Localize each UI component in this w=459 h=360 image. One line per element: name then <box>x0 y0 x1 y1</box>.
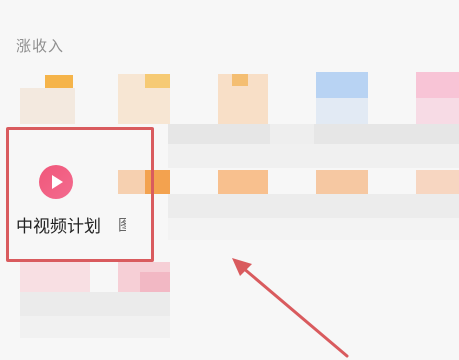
obscured-tile <box>168 218 459 240</box>
obscured-tile <box>168 194 459 218</box>
obscured-tile <box>416 98 459 124</box>
highlight-box <box>6 127 154 262</box>
obscured-tile <box>218 170 268 194</box>
obscured-tile <box>316 72 368 98</box>
obscured-tile <box>20 262 90 292</box>
obscured-tile <box>20 88 75 124</box>
obscured-tile <box>316 170 368 194</box>
obscured-tile <box>416 72 459 98</box>
obscured-tile <box>416 170 459 194</box>
obscured-tile <box>270 124 314 144</box>
obscured-tile <box>20 292 170 316</box>
obscured-tile <box>232 74 248 86</box>
obscured-tile <box>20 316 170 338</box>
obscured-tile <box>316 98 368 124</box>
obscured-tile <box>168 144 459 168</box>
obscured-tile <box>140 272 170 292</box>
obscured-tile <box>145 74 170 88</box>
